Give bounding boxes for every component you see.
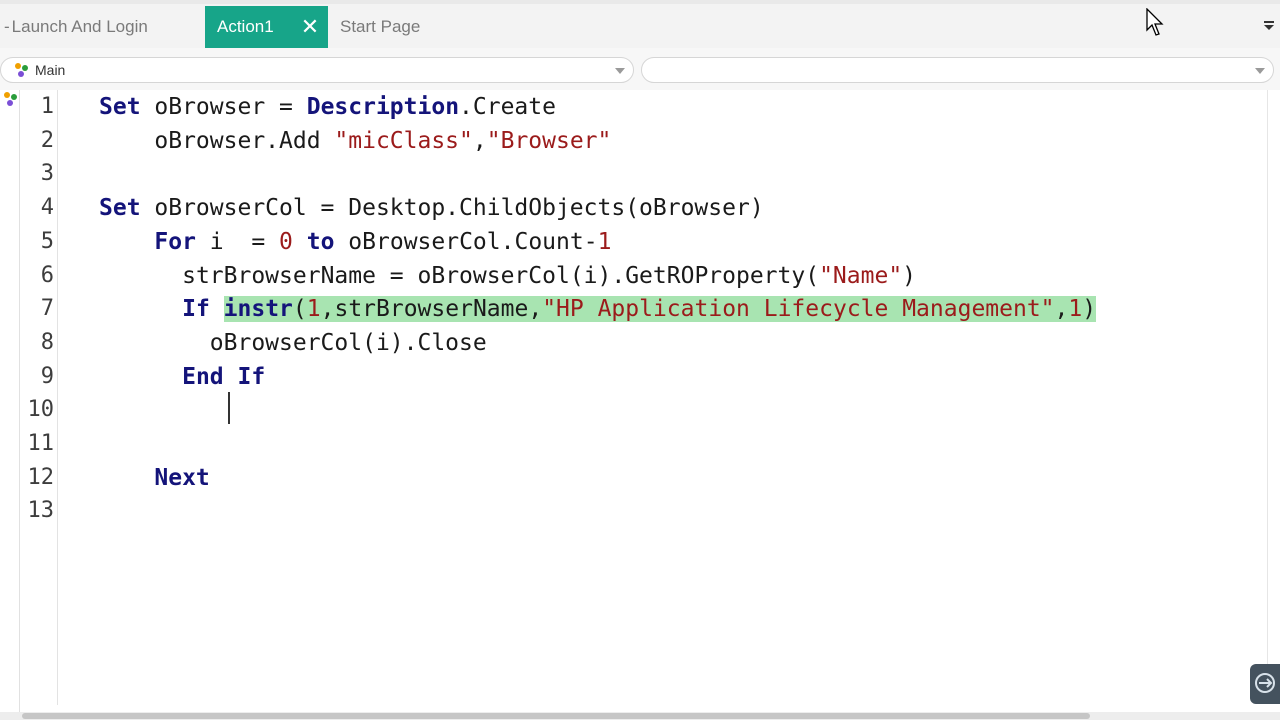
code-token: oBrowser =	[140, 94, 307, 120]
code-token: Next	[154, 464, 210, 491]
code-text: If instr(1,strBrowserName,"HP Applicatio…	[99, 292, 1097, 326]
code-token: "Browser"	[486, 127, 612, 154]
document-tab-bar: - Launch And Login Action1 ✕ Start Page	[0, 0, 1280, 49]
scope-dropdown-value: Main	[35, 62, 66, 78]
code-text: Next	[99, 461, 210, 495]
code-line[interactable]: 5 For i = 0 to oBrowserCol.Count-1	[0, 225, 1262, 259]
code-line[interactable]: 1 Set oBrowser = Description.Create	[0, 90, 1262, 124]
code-token: ,	[472, 127, 487, 154]
code-token: i =	[195, 228, 280, 255]
code-token: Set	[99, 94, 141, 120]
tab-label: Action1	[217, 17, 274, 36]
chevron-down-icon	[1255, 68, 1265, 74]
code-token: ,	[1054, 296, 1069, 323]
line-number: 11	[27, 431, 55, 456]
code-token: strBrowserName = oBrowserCol(i).GetROPro…	[182, 262, 820, 289]
tab-bar-top-border	[0, 0, 1280, 4]
code-token: oBrowserCol = Desktop.ChildObjects(oBrow…	[140, 195, 764, 222]
line-number: 2	[40, 127, 54, 153]
code-token: Description	[306, 94, 460, 120]
chevron-down-icon	[615, 68, 625, 74]
tab-action1[interactable]: Action1 ✕	[205, 6, 328, 48]
code-token: .Create	[459, 94, 556, 120]
code-line[interactable]: 7 If instr(1,strBrowserName,"HP Applicat…	[0, 292, 1262, 326]
code-token: "Name"	[819, 262, 903, 289]
scope-dropdown[interactable]: Main	[0, 57, 634, 83]
remote-session-icon	[1255, 673, 1275, 693]
code-token: oBrowser.Add	[154, 127, 335, 154]
horizontal-scrollbar-thumb[interactable]	[22, 713, 1090, 719]
line-number: 9	[40, 363, 54, 389]
code-token: )	[902, 262, 917, 289]
code-line[interactable]: 9 End If	[0, 360, 1262, 394]
code-text: Set oBrowser = Description.Create	[99, 90, 556, 124]
line-number: 4	[40, 195, 54, 221]
vertical-scrollbar[interactable]	[1267, 90, 1280, 690]
code-token: Set	[99, 195, 141, 222]
code-token: 1	[597, 228, 612, 255]
tab-start-page[interactable]: Start Page	[330, 6, 530, 48]
code-line[interactable]: 10	[0, 393, 1262, 427]
code-text: oBrowser.Add "micClass","Browser"	[99, 124, 611, 158]
code-token: End If	[182, 363, 266, 390]
code-token: If	[182, 296, 210, 323]
code-token: ,strBrowserName,	[320, 296, 543, 323]
line-number: 1	[40, 94, 54, 119]
action-tree-icon	[15, 63, 28, 77]
mouse-pointer-icon	[1146, 8, 1164, 36]
line-number: 6	[40, 262, 54, 288]
line-number: 7	[40, 296, 54, 322]
code-text: strBrowserName = oBrowserCol(i).GetROPro…	[99, 259, 916, 293]
line-number: 13	[27, 498, 55, 524]
code-line[interactable]: 13	[0, 494, 1262, 528]
code-token: instr	[223, 296, 293, 323]
code-token: 1	[1068, 296, 1083, 323]
code-token: "HP Application Lifecycle Management"	[542, 296, 1055, 323]
code-token: For	[154, 228, 196, 255]
code-line[interactable]: 3	[0, 157, 1262, 191]
tab-launch-and-login[interactable]: - Launch And Login	[0, 6, 205, 48]
code-line[interactable]: 6 strBrowserName = oBrowserCol(i).GetROP…	[0, 259, 1262, 293]
code-token: 0	[279, 228, 293, 255]
code-text: End If	[99, 360, 265, 394]
code-line[interactable]: 8 oBrowserCol(i).Close	[0, 326, 1262, 360]
close-icon[interactable]: ✕	[300, 6, 320, 48]
code-token: oBrowserCol.Count-	[334, 228, 598, 255]
tab-label: Launch And Login	[11, 17, 148, 36]
code-line[interactable]: 4 Set oBrowserCol = Desktop.ChildObjects(…	[0, 191, 1262, 225]
line-number: 5	[40, 228, 54, 254]
tab-label: Start Page	[340, 17, 421, 36]
code-text: Set oBrowserCol = Desktop.ChildObjects(o…	[99, 191, 764, 225]
code-line[interactable]: 11	[0, 427, 1262, 461]
code-line[interactable]: 12 Next	[0, 461, 1262, 495]
code-text: For i = 0 to oBrowserCol.Count-1	[99, 225, 611, 259]
line-number: 3	[40, 161, 54, 187]
code-token: oBrowserCol(i).Close	[209, 329, 487, 356]
line-number: 8	[40, 329, 54, 355]
code-editor[interactable]: 1 Set oBrowser = Description.Create 2 oBro…	[0, 90, 1280, 712]
code-token: 1	[306, 296, 321, 323]
line-number: 10	[27, 397, 55, 423]
code-token: to	[306, 228, 335, 255]
member-dropdown[interactable]	[641, 57, 1274, 83]
code-text: oBrowserCol(i).Close	[99, 326, 487, 360]
code-line[interactable]: 2 oBrowser.Add "micClass","Browser"	[0, 124, 1262, 158]
scope-bar: Main	[0, 48, 1280, 91]
remote-session-widget[interactable]	[1250, 664, 1280, 704]
code-token: )	[1082, 296, 1097, 323]
line-number: 12	[27, 464, 55, 490]
tab-overflow-icon[interactable]	[1262, 18, 1276, 32]
code-token: "micClass"	[334, 127, 473, 154]
text-cursor	[228, 392, 230, 424]
code-token: (	[292, 296, 307, 323]
horizontal-scrollbar[interactable]	[0, 712, 1280, 720]
